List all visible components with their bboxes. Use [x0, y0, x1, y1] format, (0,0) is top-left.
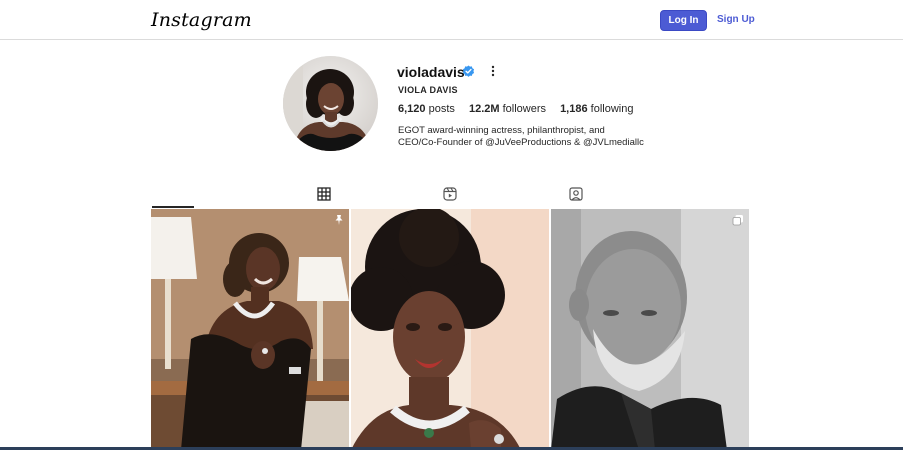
profile-full-name: VIOLA DAVIS — [398, 85, 458, 95]
tab-posts[interactable] — [304, 182, 344, 209]
posts-count-value: 6,120 — [398, 103, 426, 115]
followers-count-value: 12.2M — [468, 103, 500, 115]
carousel-icon — [732, 215, 743, 226]
posts-grid — [151, 209, 749, 450]
following-count[interactable]: 1,186 following — [560, 103, 633, 115]
signup-link[interactable]: Sign Up — [717, 14, 755, 25]
post-thumbnail[interactable] — [151, 209, 349, 450]
followers-count[interactable]: 12.2M followers — [469, 103, 546, 115]
profile-username: violadavis — [397, 64, 465, 80]
more-options-icon[interactable] — [487, 63, 499, 79]
tab-reels[interactable] — [430, 182, 470, 209]
profile-tabs — [151, 182, 749, 209]
profile-avatar[interactable] — [283, 56, 378, 151]
avatar-photo — [283, 56, 378, 151]
active-tab-indicator — [152, 206, 194, 208]
login-button[interactable]: Log In — [660, 10, 707, 31]
post-thumbnail[interactable] — [551, 209, 749, 450]
following-count-label: following — [590, 103, 634, 115]
instagram-logo[interactable]: Instagram — [151, 9, 252, 31]
followers-count-label: followers — [502, 103, 546, 115]
posts-count: 6,120 posts — [398, 103, 455, 115]
top-navigation-bar: Instagram Log In Sign Up — [0, 0, 903, 40]
pin-icon — [335, 215, 343, 225]
posts-count-label: posts — [428, 103, 455, 115]
profile-stats: 6,120 posts 12.2M followers 1,186 follow… — [398, 103, 644, 115]
post-photo — [351, 209, 549, 450]
grid-icon — [317, 187, 331, 201]
instagram-profile-page: Instagram Log In Sign Up violadavis VIOL… — [0, 0, 903, 450]
following-count-value: 1,186 — [560, 103, 588, 115]
verified-badge-icon — [462, 65, 475, 77]
profile-bio: EGOT award-winning actress, philanthropi… — [398, 125, 658, 149]
tagged-icon — [569, 187, 583, 201]
post-thumbnail[interactable] — [351, 209, 549, 450]
tab-tagged[interactable] — [556, 182, 596, 209]
reels-icon — [443, 187, 457, 201]
post-photo — [551, 209, 749, 450]
bio-line[interactable]: CEO/Co-Founder of @JuVeeProductions & @J… — [398, 137, 658, 149]
bio-line: EGOT award-winning actress, philanthropi… — [398, 125, 605, 136]
post-photo — [151, 209, 349, 450]
